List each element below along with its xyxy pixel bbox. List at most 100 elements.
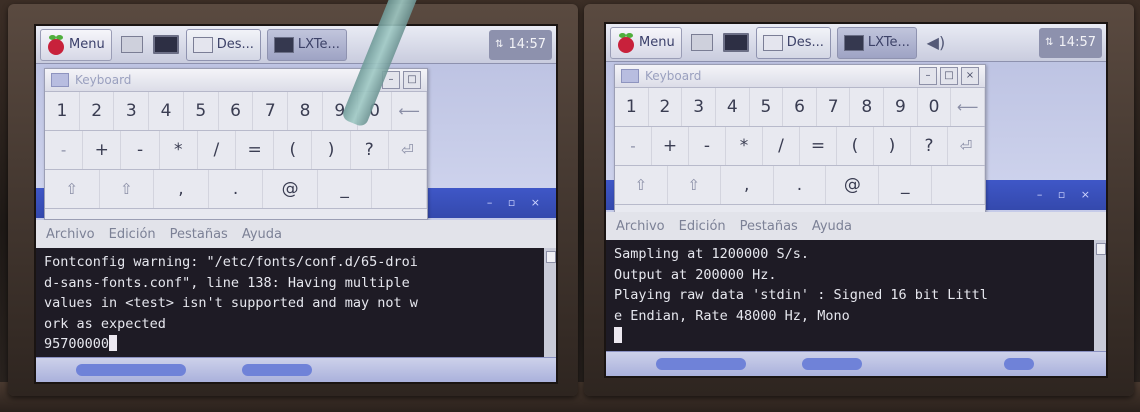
key[interactable]: 5 <box>750 88 784 126</box>
task-label: Des... <box>786 35 824 50</box>
key[interactable]: 2 <box>649 88 683 126</box>
menu-ayuda[interactable]: Ayuda <box>812 219 852 234</box>
key[interactable]: 5 <box>184 92 219 130</box>
key[interactable]: 1 <box>615 88 649 126</box>
taskbar-item[interactable] <box>656 358 746 370</box>
key[interactable]: + <box>652 127 689 165</box>
minimize-button[interactable]: – <box>919 67 937 85</box>
shift-key[interactable]: ⇧ <box>45 170 100 208</box>
shift-key[interactable]: ⇧ <box>615 166 668 204</box>
task-desktop[interactable]: Des... <box>185 28 261 61</box>
menu-edicion[interactable]: Edición <box>109 227 156 242</box>
key[interactable]: 7 <box>253 92 289 130</box>
menu-archivo[interactable]: Archivo <box>616 219 665 234</box>
key[interactable]: 1 <box>45 92 80 130</box>
volume-icon[interactable]: ◀) <box>923 30 949 56</box>
key-row-bottom: ⇧ ⇧ , . @ _ <box>45 170 428 209</box>
key[interactable]: 2 <box>80 92 115 130</box>
key[interactable]: , <box>721 166 774 204</box>
key[interactable]: = <box>800 127 837 165</box>
window-controls[interactable]: – ▫ × <box>1037 188 1096 201</box>
key[interactable]: 8 <box>288 92 323 130</box>
text-cursor <box>614 327 622 343</box>
task-desktop[interactable]: Des... <box>755 26 831 59</box>
menu-archivo[interactable]: Archivo <box>46 227 95 242</box>
terminal-output[interactable]: Sampling at 1200000 S/s. Output at 20000… <box>606 240 1106 352</box>
window-controls[interactable]: – ▫ × <box>487 196 546 209</box>
close-button[interactable]: × <box>961 67 979 85</box>
key[interactable]: * <box>160 131 198 169</box>
key[interactable]: - <box>615 127 652 165</box>
terminal-scrollbar[interactable] <box>544 248 556 358</box>
menu-pestanas[interactable]: Pestañas <box>740 219 798 234</box>
key[interactable]: . <box>774 166 827 204</box>
taskbar-item[interactable] <box>242 364 312 376</box>
clock[interactable]: 14:57 <box>509 37 546 52</box>
maximize-button[interactable]: □ <box>940 67 958 85</box>
key[interactable]: _ <box>318 170 373 208</box>
key[interactable]: 0 <box>918 88 952 126</box>
task-lxterminal[interactable]: LXTe... <box>266 28 347 61</box>
key[interactable]: , <box>154 170 209 208</box>
key[interactable]: * <box>726 127 763 165</box>
key[interactable]: ? <box>911 127 948 165</box>
key[interactable]: 4 <box>149 92 184 130</box>
backspace-key[interactable]: ⟵ <box>951 88 986 126</box>
key[interactable]: 6 <box>219 92 254 130</box>
scrollbar-thumb[interactable] <box>1096 243 1106 255</box>
terminal-launcher[interactable] <box>722 29 750 57</box>
key[interactable]: ? <box>351 131 389 169</box>
terminal-line: Output at 200000 Hz. <box>614 266 777 283</box>
menu-label: Menu <box>639 35 675 50</box>
key[interactable]: / <box>763 127 800 165</box>
key[interactable]: - <box>45 131 84 169</box>
terminal-launcher[interactable] <box>152 31 180 59</box>
key[interactable]: - <box>121 131 160 169</box>
key[interactable]: ( <box>274 131 313 169</box>
key[interactable]: = <box>236 131 275 169</box>
key[interactable]: . <box>209 170 264 208</box>
menu-pestanas[interactable]: Pestañas <box>170 227 228 242</box>
network-icon[interactable]: ⇅ <box>495 39 503 50</box>
file-manager-launcher[interactable] <box>688 29 716 57</box>
space-key[interactable] <box>932 166 986 204</box>
keyboard-title-bar[interactable]: Keyboard – □ × <box>615 65 985 88</box>
maximize-button[interactable]: □ <box>403 71 421 89</box>
backspace-key[interactable]: ⟵ <box>392 92 428 130</box>
enter-key[interactable]: ⏎ <box>948 127 985 165</box>
key[interactable]: @ <box>263 170 318 208</box>
space-key[interactable] <box>372 170 428 208</box>
key[interactable]: ) <box>874 127 911 165</box>
clock[interactable]: 14:57 <box>1059 35 1096 50</box>
shift-key[interactable]: ⇧ <box>100 170 155 208</box>
key[interactable]: 8 <box>850 88 885 126</box>
task-lxterminal[interactable]: LXTe... <box>836 26 917 59</box>
terminal-scrollbar[interactable] <box>1094 240 1106 352</box>
taskbar-item[interactable] <box>76 364 186 376</box>
menu-button[interactable]: Menu <box>40 28 112 61</box>
key[interactable]: ) <box>312 131 351 169</box>
key[interactable]: - <box>689 127 726 165</box>
key[interactable]: _ <box>879 166 933 204</box>
key[interactable]: @ <box>826 166 880 204</box>
key[interactable]: 9 <box>884 88 918 126</box>
key[interactable]: 3 <box>114 92 150 130</box>
file-manager-launcher[interactable] <box>118 31 146 59</box>
key[interactable]: + <box>83 131 122 169</box>
scrollbar-thumb[interactable] <box>546 251 556 263</box>
key[interactable]: 7 <box>817 88 851 126</box>
menu-ayuda[interactable]: Ayuda <box>242 227 282 242</box>
key[interactable]: ( <box>837 127 874 165</box>
terminal-output[interactable]: Fontconfig warning: "/etc/fonts/conf.d/6… <box>36 248 556 358</box>
menu-edicion[interactable]: Edición <box>679 219 726 234</box>
taskbar-item[interactable] <box>1004 358 1034 370</box>
enter-key[interactable]: ⏎ <box>389 131 428 169</box>
taskbar-item[interactable] <box>802 358 862 370</box>
key[interactable]: 4 <box>716 88 750 126</box>
key[interactable]: 6 <box>783 88 817 126</box>
key[interactable]: / <box>198 131 237 169</box>
menu-button[interactable]: Menu <box>610 26 682 59</box>
network-icon[interactable]: ⇅ <box>1045 37 1053 48</box>
shift-key[interactable]: ⇧ <box>668 166 721 204</box>
key[interactable]: 3 <box>682 88 716 126</box>
